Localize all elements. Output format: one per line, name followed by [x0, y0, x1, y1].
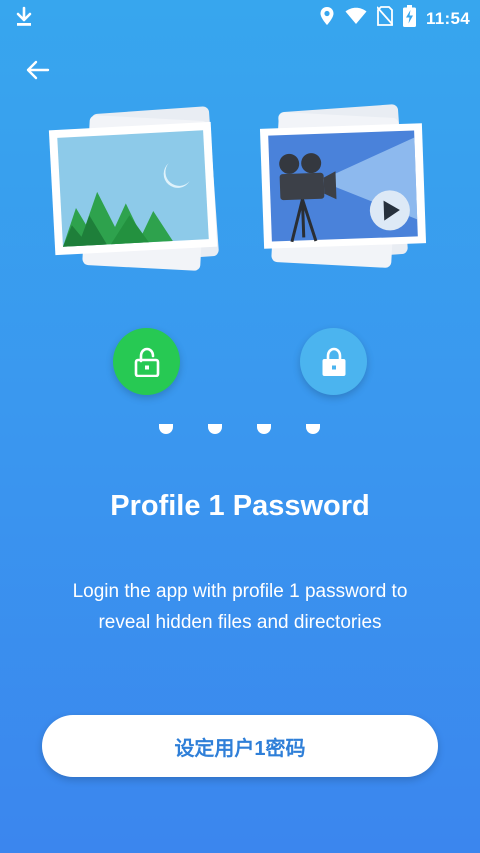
files-illustration [48, 104, 427, 271]
page-dot[interactable] [208, 424, 222, 434]
video-card-icon [259, 104, 427, 268]
no-sim-icon [376, 6, 394, 31]
download-icon [14, 6, 34, 33]
wifi-icon [345, 7, 367, 30]
back-button[interactable] [22, 54, 54, 86]
page-title: Profile 1 Password [110, 490, 370, 522]
arrow-left-icon [26, 60, 50, 80]
unlocked-profile-button[interactable] [113, 328, 180, 395]
lock-icon [322, 347, 345, 376]
page-dot[interactable] [306, 424, 320, 434]
status-bar: 11:54 [0, 0, 480, 34]
page-indicator [0, 424, 480, 438]
unlock-icon [134, 347, 159, 377]
status-time: 11:54 [425, 8, 470, 28]
page-dot[interactable] [257, 424, 271, 434]
page-description: Login the app with profile 1 password to… [72, 581, 408, 633]
location-icon [319, 6, 335, 31]
set-password-label: 设定用户1密码 [174, 737, 306, 760]
page-dot[interactable] [159, 424, 173, 434]
set-password-button[interactable]: 设定用户1密码 [42, 715, 438, 777]
locked-profile-button[interactable] [300, 328, 367, 395]
photo-card-icon [48, 106, 219, 271]
battery-charging-icon [402, 5, 416, 32]
